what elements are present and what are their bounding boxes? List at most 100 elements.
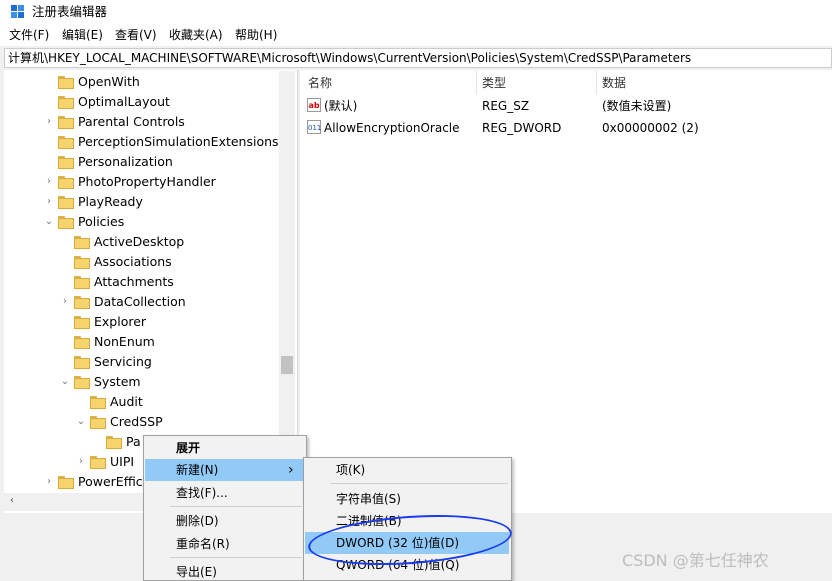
tree-item[interactable]: Explorer	[0, 312, 278, 332]
ctx-new[interactable]: 新建(N)	[176, 461, 218, 479]
tree-item[interactable]: › Parental Controls	[0, 112, 278, 132]
tree-item-label: System	[94, 374, 141, 389]
folder-icon	[106, 436, 122, 449]
collapsed-arrow-icon[interactable]: ›	[44, 192, 54, 212]
binary-value-icon: 011	[307, 120, 321, 134]
tree-item[interactable]: Personalization	[0, 152, 278, 172]
tree-item-label: OpenWith	[78, 74, 140, 89]
scroll-left-arrow-icon[interactable]: ‹	[10, 495, 14, 506]
value-name[interactable]: AllowEncryptionOracle	[324, 119, 460, 137]
tree-item[interactable]: Audit	[0, 392, 278, 412]
collapsed-arrow-icon[interactable]: ›	[44, 112, 54, 132]
tree-item[interactable]: ActiveDesktop	[0, 232, 278, 252]
column-header-type[interactable]: 类型	[482, 74, 506, 92]
string-value-icon: ab	[307, 98, 321, 112]
tree-item-label: UIPI	[110, 454, 135, 469]
submenu-key[interactable]: 项(K)	[336, 461, 365, 479]
tree-item[interactable]: PerceptionSimulationExtensions	[0, 132, 279, 152]
tree-item[interactable]: › PlayReady	[0, 192, 278, 212]
folder-icon	[74, 376, 90, 389]
ctx-separator	[170, 506, 302, 507]
value-data: (数值未设置)	[602, 99, 672, 113]
tree-item-label: Audit	[110, 394, 143, 409]
expanded-arrow-icon[interactable]: ⌄	[44, 212, 54, 232]
folder-icon	[58, 476, 74, 489]
registry-editor-icon	[11, 5, 25, 19]
tree-item-label: Explorer	[94, 314, 147, 329]
column-header-name[interactable]: 名称	[308, 74, 332, 92]
address-path[interactable]: 计算机\HKEY_LOCAL_MACHINE\SOFTWARE\Microsof…	[8, 50, 691, 66]
column-separator[interactable]	[596, 70, 597, 94]
ctx-export[interactable]: 导出(E)	[176, 563, 217, 581]
collapsed-arrow-icon[interactable]: ›	[44, 172, 54, 192]
tree-item-label: PlayReady	[78, 194, 143, 209]
tree-item-label: PerceptionSimulationExtensions	[78, 134, 279, 149]
column-header-data[interactable]: 数据	[602, 74, 626, 92]
tree-scroll-thumb[interactable]	[281, 356, 293, 374]
folder-icon	[58, 136, 74, 149]
tree-item-label: CredSSP	[110, 414, 163, 429]
submenu-string-value[interactable]: 字符串值(S)	[336, 490, 401, 508]
folder-icon	[90, 396, 106, 409]
submenu-arrow-icon: ›	[288, 462, 294, 478]
menu-favorites[interactable]: 收藏夹(A)	[169, 27, 223, 43]
ctx-expand[interactable]: 展开	[176, 439, 200, 457]
menu-edit[interactable]: 编辑(E)	[62, 27, 103, 43]
column-separator[interactable]	[476, 70, 477, 94]
context-menu	[143, 435, 307, 581]
tree-item[interactable]: OpenWith	[0, 72, 278, 92]
tree-item-label: OptimalLayout	[78, 94, 170, 109]
menu-file[interactable]: 文件(F)	[9, 27, 49, 43]
value-data: 0x00000002 (2)	[602, 121, 699, 135]
menu-view[interactable]: 查看(V)	[115, 27, 157, 43]
menu-help[interactable]: 帮助(H)	[235, 27, 277, 43]
folder-icon	[74, 236, 90, 249]
tree-item[interactable]: › DataCollection	[0, 292, 278, 312]
tree-item[interactable]: OptimalLayout	[0, 92, 278, 112]
tree-item-label: NonEnum	[94, 334, 155, 349]
tree-item-label: DataCollection	[94, 294, 186, 309]
tree-item[interactable]: Associations	[0, 252, 278, 272]
ctx-rename[interactable]: 重命名(R)	[176, 535, 230, 553]
folder-icon	[74, 316, 90, 329]
ctx-separator	[170, 557, 302, 558]
tree-item-label: Associations	[94, 254, 172, 269]
tree-item[interactable]: ⌄ System	[0, 372, 278, 392]
ctx-delete[interactable]: 删除(D)	[176, 512, 219, 530]
ctx-new-highlight[interactable]	[145, 459, 305, 481]
folder-icon	[74, 296, 90, 309]
expanded-arrow-icon[interactable]: ⌄	[76, 412, 86, 432]
tree-item[interactable]: ⌄ CredSSP	[0, 412, 278, 432]
folder-icon	[90, 456, 106, 469]
value-type: REG_DWORD	[482, 121, 562, 135]
tree-item-label: Pa	[126, 434, 141, 449]
tree-item[interactable]: NonEnum	[0, 332, 278, 352]
collapsed-arrow-icon[interactable]: ›	[76, 452, 86, 472]
tree-item[interactable]: ⌄ Policies	[0, 212, 278, 232]
expanded-arrow-icon[interactable]: ⌄	[60, 372, 70, 392]
tree-item-label: ActiveDesktop	[94, 234, 185, 249]
ctx-find[interactable]: 查找(F)...	[176, 484, 228, 502]
tree-item-label: Servicing	[94, 354, 152, 369]
collapsed-arrow-icon[interactable]: ›	[60, 292, 70, 312]
folder-icon	[74, 356, 90, 369]
folder-icon	[90, 416, 106, 429]
window-title: 注册表编辑器	[32, 4, 108, 19]
collapsed-arrow-icon[interactable]: ›	[44, 472, 54, 492]
tree-item-label: PowerEffici	[78, 474, 147, 489]
tree-item[interactable]: Servicing	[0, 352, 278, 372]
tree-item[interactable]: Attachments	[0, 272, 278, 292]
value-name[interactable]: (默认)	[324, 97, 357, 115]
tree-vertical-scrollbar[interactable]	[279, 71, 295, 491]
folder-icon	[58, 116, 74, 129]
folder-icon	[74, 256, 90, 269]
tree-item[interactable]: › PhotoPropertyHandler	[0, 172, 278, 192]
ctx-separator	[330, 483, 508, 484]
title-bar	[0, 0, 832, 24]
folder-icon	[58, 76, 74, 89]
tree-item-label: Attachments	[94, 274, 174, 289]
tree-item-label: Policies	[78, 214, 125, 229]
tree-item-label: Parental Controls	[78, 114, 185, 129]
folder-icon	[74, 336, 90, 349]
folder-icon	[74, 276, 90, 289]
